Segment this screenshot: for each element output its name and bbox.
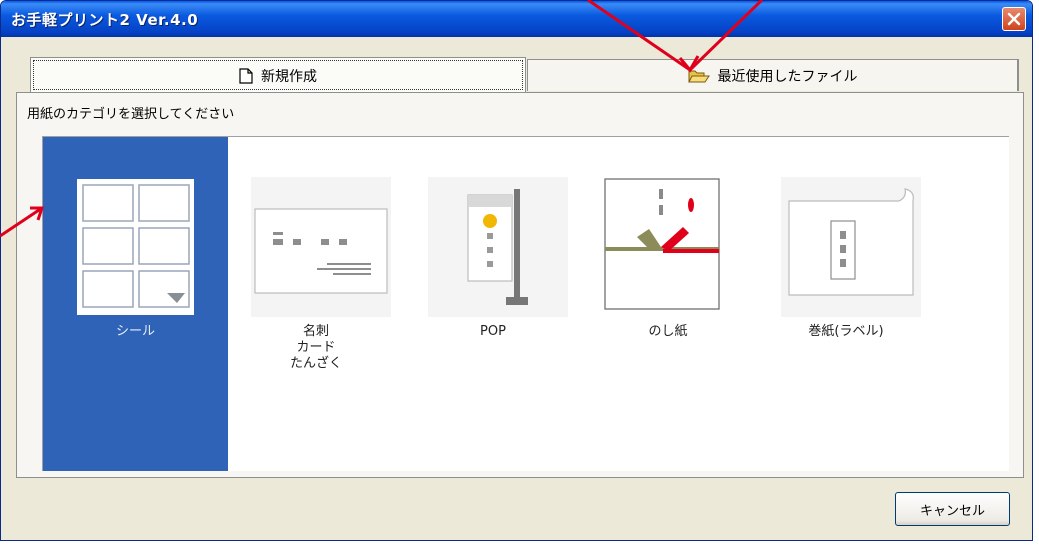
tab-recent-files-label: 最近使用したファイル [717, 68, 858, 85]
category-pop-label: POP [480, 324, 506, 339]
pop-banner-icon [428, 177, 568, 317]
new-document-icon [239, 67, 253, 84]
instruction-text: 用紙のカテゴリを選択してください [27, 107, 235, 122]
tab-new[interactable]: 新規作成 [30, 57, 526, 93]
close-button[interactable] [1002, 7, 1026, 31]
window-title: お手軽プリント2 Ver.4.0 [11, 11, 199, 29]
category-sticker-label: シール [115, 324, 155, 339]
roll-paper-icon [781, 177, 921, 317]
category-roll-label[interactable]: 巻紙(ラベル) [761, 137, 931, 471]
tab-recent-files[interactable]: 最近使用したファイル [527, 59, 1019, 91]
cancel-button[interactable]: キャンセル [895, 492, 1010, 526]
noshi-paper-icon [603, 177, 743, 317]
category-list: シール 名刺 カード たんざく POP のし紙 巻紙(ラベル) [42, 136, 1009, 471]
category-noshi-label: のし紙 [648, 324, 688, 339]
tab-bar: 新規作成 最近使用したファイル [1, 37, 1032, 93]
business-card-icon [251, 177, 391, 317]
category-pop[interactable]: POP [408, 137, 578, 471]
category-business-card-label: 名刺 カード たんざく [289, 324, 342, 371]
open-folder-icon [687, 68, 710, 84]
dialog-window: お手軽プリント2 Ver.4.0 新規作成 最近使用したファイル 用紙のカテゴリ… [0, 0, 1033, 541]
category-sticker[interactable]: シール [43, 137, 228, 471]
category-panel: 用紙のカテゴリを選択してください シール 名刺 カード たんざく POP のし紙… [16, 92, 1024, 478]
close-icon [1007, 12, 1021, 26]
tab-new-label: 新規作成 [261, 68, 317, 85]
sticker-sheet-icon [73, 177, 198, 317]
category-business-card[interactable]: 名刺 カード たんざく [231, 137, 401, 471]
category-noshi[interactable]: のし紙 [583, 137, 753, 471]
category-roll-label-text: 巻紙(ラベル) [808, 324, 884, 339]
title-bar[interactable]: お手軽プリント2 Ver.4.0 [1, 1, 1032, 37]
